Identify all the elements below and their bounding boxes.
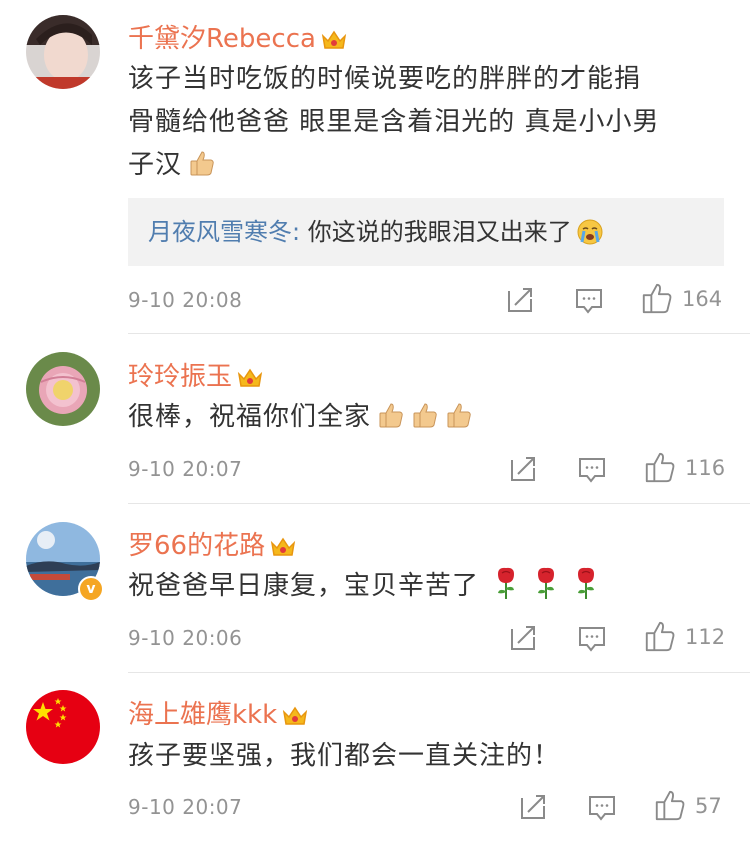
comment-username[interactable]: 千黛汐Rebecca: [128, 18, 348, 55]
comment-line: 该子当时吃饭的时候说要吃的胖胖的才能捐: [128, 64, 642, 94]
crown-badge-icon: [270, 537, 296, 556]
comment-username[interactable]: 罗66的花路: [128, 525, 297, 562]
like-icon[interactable]: [640, 281, 674, 315]
avatar[interactable]: [26, 15, 100, 89]
avatar-photo: [26, 352, 100, 426]
like-count: 164: [682, 287, 723, 311]
avatar[interactable]: [26, 690, 100, 764]
comment-icon[interactable]: [577, 452, 607, 486]
share-icon[interactable]: [518, 790, 548, 824]
like-count: 112: [685, 625, 726, 649]
comment-line: 很棒，祝福你们全家: [128, 402, 372, 432]
comment-username[interactable]: 海上雄鹰kkk: [128, 694, 309, 731]
divider: [128, 672, 750, 673]
reply-text: 你这说的我眼泪又出来了: [300, 218, 572, 246]
thumbs-up-emoji-icon: [447, 403, 471, 428]
thumbs-up-emoji-icon: [413, 403, 437, 428]
reply-box[interactable]: 月夜风雪寒冬: 你这说的我眼泪又出来了: [128, 198, 724, 266]
rose-emoji-icon: [498, 567, 515, 599]
comment-line: 骨髓给他爸爸 眼里是含着泪光的 真是小小男: [128, 107, 660, 137]
reply-username[interactable]: 月夜风雪寒冬:: [148, 218, 300, 246]
comment-text: 很棒，祝福你们全家: [128, 396, 728, 439]
like-icon[interactable]: [643, 619, 677, 653]
share-icon[interactable]: [505, 283, 535, 317]
comment-line: 孩子要坚强，我们都会一直关注的！: [128, 741, 561, 771]
thumbs-up-emoji-icon: [190, 151, 214, 176]
comment-icon[interactable]: [587, 790, 617, 824]
comment-timestamp: 9-10 20:06: [128, 626, 243, 650]
comment-text: 祝爸爸早日康复，宝贝辛苦了: [128, 565, 728, 608]
divider: [128, 333, 750, 334]
thumbs-up-emoji-icon: [379, 403, 403, 428]
avatar-photo: [26, 15, 100, 89]
verified-icon: v: [78, 576, 104, 602]
crown-badge-icon: [283, 706, 308, 725]
comment-line-3: 子汉: [128, 144, 728, 187]
rose-emoji-icon: [578, 567, 595, 599]
username-text[interactable]: 罗66的花路: [128, 531, 265, 561]
username-text[interactable]: 千黛汐Rebecca: [128, 24, 316, 54]
username-text[interactable]: 玲玲振玉: [128, 362, 232, 392]
avatar[interactable]: [26, 352, 100, 426]
divider: [128, 503, 750, 504]
comment-line: 子汉: [128, 150, 183, 180]
crown-badge-icon: [321, 30, 347, 49]
comment-icon[interactable]: [577, 621, 607, 655]
like-icon[interactable]: [653, 788, 687, 822]
comment-line: 祝爸爸早日康复，宝贝辛苦了: [128, 571, 480, 601]
username-text[interactable]: 海上雄鹰kkk: [128, 700, 277, 730]
comment-username[interactable]: 玲玲振玉: [128, 356, 264, 393]
like-count: 116: [685, 456, 726, 480]
avatar-photo: [26, 690, 100, 764]
comment-timestamp: 9-10 20:07: [128, 795, 243, 819]
like-count: 57: [695, 794, 722, 818]
share-icon[interactable]: [508, 452, 538, 486]
crown-badge-icon: [237, 368, 263, 387]
like-icon[interactable]: [643, 450, 677, 484]
comment-timestamp: 9-10 20:08: [128, 288, 243, 312]
comment-text: 孩子要坚强，我们都会一直关注的！: [128, 735, 728, 778]
comment-timestamp: 9-10 20:07: [128, 457, 243, 481]
crying-face-icon: [577, 219, 603, 245]
share-icon[interactable]: [508, 621, 538, 655]
comment-icon[interactable]: [574, 283, 604, 317]
comment-text: 该子当时吃饭的时候说要吃的胖胖的才能捐 骨髓给他爸爸 眼里是含着泪光的 真是小小…: [128, 58, 728, 187]
rose-emoji-icon: [538, 567, 555, 599]
